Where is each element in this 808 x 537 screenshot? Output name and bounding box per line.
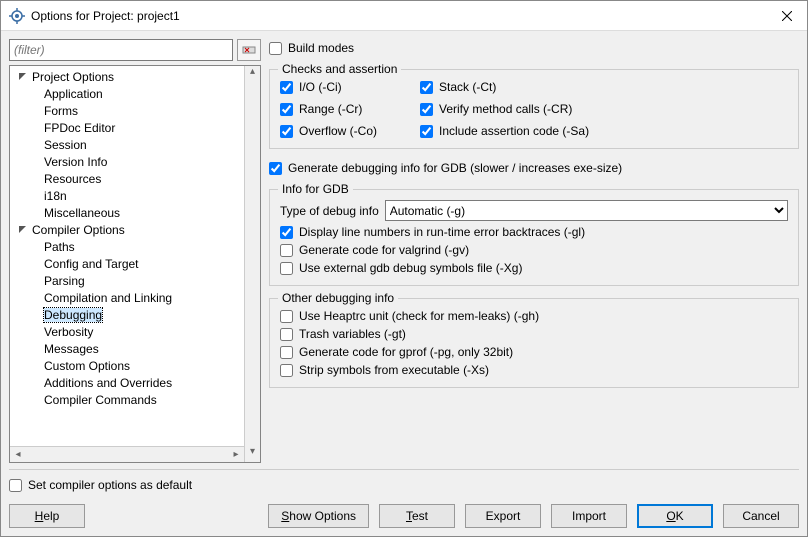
checks-assertion-group: Checks and assertion I/O (-Ci) Stack (-C… bbox=[269, 69, 799, 149]
tree-item-fpdoc-editor[interactable]: FPDoc Editor bbox=[10, 119, 244, 136]
debug-type-select[interactable]: Automatic (-g) bbox=[385, 200, 788, 221]
titlebar: Options for Project: project1 bbox=[1, 1, 807, 31]
scroll-right-icon: ▸ bbox=[228, 447, 244, 462]
line-numbers-checkbox[interactable]: Display line numbers in run-time error b… bbox=[280, 223, 788, 241]
tree-item-paths[interactable]: Paths bbox=[10, 238, 244, 255]
heaptrc-checkbox[interactable]: Use Heaptrc unit (check for mem-leaks) (… bbox=[280, 307, 788, 325]
tree-item-additions-overrides[interactable]: Additions and Overrides bbox=[10, 374, 244, 391]
import-button[interactable]: Import bbox=[551, 504, 627, 528]
group-title: Info for GDB bbox=[278, 182, 353, 196]
generate-debug-info-checkbox[interactable]: Generate debugging info for GDB (slower … bbox=[269, 159, 799, 177]
help-button[interactable]: Help bbox=[9, 504, 85, 528]
options-dialog: Options for Project: project1 bbox=[0, 0, 808, 537]
chevron-down-icon bbox=[16, 224, 28, 236]
tree-group-project-options[interactable]: Project Options bbox=[10, 68, 244, 85]
io-checkbox[interactable]: I/O (-Ci) bbox=[280, 78, 420, 96]
content-panel: Build modes Checks and assertion I/O (-C… bbox=[269, 39, 799, 463]
ok-button[interactable]: OK bbox=[637, 504, 713, 528]
other-debugging-group: Other debugging info Use Heaptrc unit (c… bbox=[269, 298, 799, 388]
tree-group-compiler-options[interactable]: Compiler Options bbox=[10, 221, 244, 238]
show-options-button[interactable]: Show Options bbox=[268, 504, 369, 528]
tree-item-verbosity[interactable]: Verbosity bbox=[10, 323, 244, 340]
tree-item-compilation-linking[interactable]: Compilation and Linking bbox=[10, 289, 244, 306]
overflow-checkbox[interactable]: Overflow (-Co) bbox=[280, 122, 420, 140]
info-for-gdb-group: Info for GDB Type of debug info Automati… bbox=[269, 189, 799, 286]
scroll-left-icon: ◂ bbox=[10, 447, 26, 462]
tree-item-compiler-commands[interactable]: Compiler Commands bbox=[10, 391, 244, 408]
tree-item-resources[interactable]: Resources bbox=[10, 170, 244, 187]
test-button[interactable]: Test bbox=[379, 504, 455, 528]
tree-item-i18n[interactable]: i18n bbox=[10, 187, 244, 204]
stack-checkbox[interactable]: Stack (-Ct) bbox=[420, 78, 788, 96]
export-button[interactable]: Export bbox=[465, 504, 541, 528]
tree-item-version-info[interactable]: Version Info bbox=[10, 153, 244, 170]
scroll-up-icon: ▴ bbox=[245, 66, 260, 82]
tree-scrollbar-vertical[interactable]: ▴ ▾ bbox=[244, 66, 260, 462]
group-title: Other debugging info bbox=[278, 291, 398, 305]
set-default-checkbox[interactable]: Set compiler options as default bbox=[9, 476, 799, 494]
tree-item-miscellaneous[interactable]: Miscellaneous bbox=[10, 204, 244, 221]
scroll-down-icon: ▾ bbox=[245, 446, 260, 462]
filter-input[interactable] bbox=[9, 39, 233, 61]
tree-item-custom-options[interactable]: Custom Options bbox=[10, 357, 244, 374]
tree-item-application[interactable]: Application bbox=[10, 85, 244, 102]
tree-item-session[interactable]: Session bbox=[10, 136, 244, 153]
tree-item-config-target[interactable]: Config and Target bbox=[10, 255, 244, 272]
assertion-checkbox[interactable]: Include assertion code (-Sa) bbox=[420, 122, 788, 140]
left-panel: Project Options Application Forms FPDoc … bbox=[9, 39, 261, 463]
clear-filter-button[interactable] bbox=[237, 39, 261, 61]
tree-item-debugging[interactable]: Debugging bbox=[10, 306, 244, 323]
build-modes-checkbox[interactable]: Build modes bbox=[269, 39, 799, 57]
options-tree[interactable]: Project Options Application Forms FPDoc … bbox=[9, 65, 261, 463]
group-title: Checks and assertion bbox=[278, 62, 401, 76]
tree-item-messages[interactable]: Messages bbox=[10, 340, 244, 357]
external-gdb-checkbox[interactable]: Use external gdb debug symbols file (-Xg… bbox=[280, 259, 788, 277]
strip-symbols-checkbox[interactable]: Strip symbols from executable (-Xs) bbox=[280, 361, 788, 379]
range-checkbox[interactable]: Range (-Cr) bbox=[280, 100, 420, 118]
window-title: Options for Project: project1 bbox=[31, 9, 767, 23]
cancel-button[interactable]: Cancel bbox=[723, 504, 799, 528]
trash-variables-checkbox[interactable]: Trash variables (-gt) bbox=[280, 325, 788, 343]
chevron-down-icon bbox=[16, 71, 28, 83]
gprof-checkbox[interactable]: Generate code for gprof (-pg, only 32bit… bbox=[280, 343, 788, 361]
tree-item-parsing[interactable]: Parsing bbox=[10, 272, 244, 289]
verify-method-checkbox[interactable]: Verify method calls (-CR) bbox=[420, 100, 788, 118]
bottom-panel: Set compiler options as default Help Sho… bbox=[9, 469, 799, 528]
tree-item-forms[interactable]: Forms bbox=[10, 102, 244, 119]
close-button[interactable] bbox=[767, 1, 807, 31]
tree-scrollbar-horizontal[interactable]: ◂ ▸ bbox=[10, 446, 244, 462]
app-icon bbox=[9, 8, 25, 24]
debug-type-label: Type of debug info bbox=[280, 204, 379, 218]
valgrind-checkbox[interactable]: Generate code for valgrind (-gv) bbox=[280, 241, 788, 259]
